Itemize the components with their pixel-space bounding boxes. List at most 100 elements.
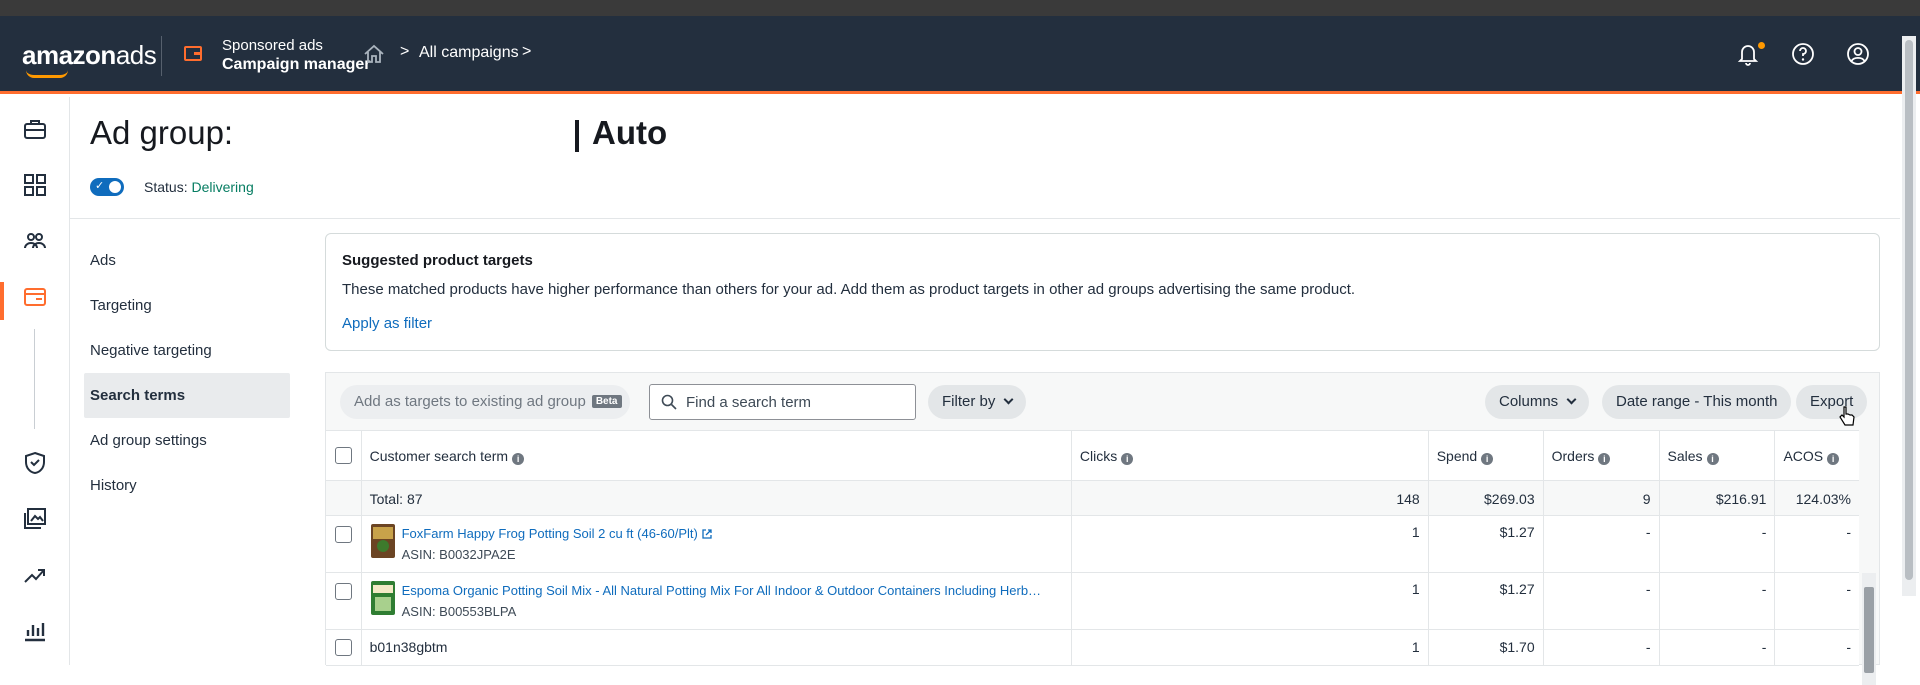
audience-icon[interactable] (22, 228, 48, 254)
rail-active-indicator (0, 282, 4, 320)
select-all-checkbox[interactable] (335, 447, 352, 464)
table-total-row: Total: 87 148 $269.03 9 $216.91 124.03% (326, 481, 1859, 516)
header-clicks-label: Clicks (1079, 448, 1118, 464)
info-icon[interactable]: i (1706, 453, 1719, 465)
row-acos: - (1846, 639, 1851, 655)
subnav-item-ad-group-settings[interactable]: Ad group settings (84, 418, 290, 463)
status-label: Status: (144, 179, 188, 195)
info-icon[interactable]: i (1827, 453, 1840, 465)
chevron-down-icon (1566, 394, 1577, 405)
campaigns-icon[interactable] (22, 284, 48, 310)
info-icon[interactable]: i (512, 453, 525, 465)
header-spend[interactable]: Spend i (1429, 431, 1544, 480)
header-acos-label: ACOS (1783, 448, 1824, 464)
row-acos: - (1846, 581, 1851, 597)
table-header-row: Customer search term i Clicks i Spend i Ord… (326, 430, 1859, 481)
media-icon[interactable] (22, 506, 48, 532)
header-divider (70, 218, 1900, 219)
top-navigation-bar: amazonads Sponsored ads Campaign manager… (0, 16, 1920, 94)
columns-label: Columns (1499, 393, 1559, 410)
home-icon[interactable] (363, 44, 385, 64)
add-as-targets-button[interactable]: Add as targets to existing ad group Beta (340, 385, 630, 419)
breadcrumb-separator: > (400, 43, 410, 60)
ad-group-type: Auto (592, 114, 668, 151)
info-icon[interactable]: i (1481, 453, 1494, 465)
filter-by-button[interactable]: Filter by (928, 385, 1027, 419)
row-checkbox[interactable] (335, 639, 352, 656)
account-icon[interactable] (1844, 40, 1872, 68)
table-row: b01n38gbtm 1 $1.70 - - - (326, 630, 1859, 666)
notification-dot (1758, 42, 1765, 49)
search-term-text: b01n38gbtm (362, 630, 1072, 665)
date-range-button[interactable]: Date range - This month (1602, 385, 1792, 419)
trend-icon[interactable] (22, 562, 48, 588)
status-value: Delivering (191, 179, 254, 195)
left-rail (0, 97, 70, 665)
search-icon (661, 394, 677, 410)
header-search-term[interactable]: Customer search term i (362, 431, 1072, 480)
row-checkbox-cell (326, 630, 362, 665)
help-icon[interactable] (1789, 40, 1817, 68)
row-clicks: 1 (1072, 630, 1429, 665)
product-thumbnail (370, 524, 395, 558)
row-spend: $1.27 (1429, 573, 1544, 629)
suggested-targets-panel: Suggested product targets These matched … (325, 233, 1880, 351)
shield-icon[interactable] (22, 450, 48, 476)
page-scrollbar[interactable] (1902, 36, 1916, 596)
subnav-item-history[interactable]: History (84, 463, 290, 508)
search-terms-table: Add as targets to existing ad group Beta … (325, 372, 1880, 685)
product-link[interactable]: FoxFarm Happy Frog Potting Soil 2 cu ft … (402, 526, 712, 541)
row-acos: - (1846, 524, 1851, 540)
export-button[interactable]: Export (1796, 385, 1868, 419)
total-clicks: 148 (1072, 481, 1429, 515)
logo-main-text: amazon (22, 40, 116, 70)
app-line-1: Sponsored ads (222, 37, 323, 54)
row-checkbox-cell (326, 516, 362, 572)
header-spend-label: Spend (1436, 448, 1478, 464)
page-scrollbar-thumb[interactable] (1905, 40, 1913, 580)
subnav-item-ads[interactable]: Ads (84, 238, 290, 283)
header-orders[interactable]: Orders i (1544, 431, 1660, 480)
apply-as-filter-link[interactable]: Apply as filter (342, 315, 432, 332)
app-switcher[interactable]: Sponsored ads Campaign manager (222, 36, 370, 74)
header-clicks[interactable]: Clicks i (1072, 431, 1429, 480)
logo-smile (26, 70, 68, 78)
subnav-item-targeting[interactable]: Targeting (84, 283, 290, 328)
product-link[interactable]: Espoma Organic Potting Soil Mix - All Na… (402, 583, 1041, 598)
header-acos[interactable]: ACOS i (1775, 431, 1859, 480)
table-scrollbar-thumb[interactable] (1864, 587, 1874, 673)
search-term-input[interactable] (686, 392, 906, 412)
total-label: Total: 87 (362, 481, 1072, 515)
product-asin: ASIN: B0032JPA2E (401, 547, 516, 562)
row-checkbox[interactable] (335, 583, 352, 600)
total-orders: 9 (1544, 481, 1660, 515)
header-sales[interactable]: Sales i (1660, 431, 1776, 480)
nav-divider (161, 36, 162, 76)
row-sales: - (1660, 573, 1776, 629)
search-term-cell: FoxFarm Happy Frog Potting Soil 2 cu ft … (362, 516, 1072, 572)
search-term-input-wrapper (649, 384, 916, 420)
columns-button[interactable]: Columns (1485, 385, 1590, 419)
breadcrumb-all-campaigns[interactable]: All campaigns (419, 44, 519, 62)
product-thumbnail (370, 581, 395, 615)
add-as-targets-label: Add as targets to existing ad group (354, 393, 586, 410)
reports-icon[interactable] (22, 618, 48, 644)
row-checkbox[interactable] (335, 526, 352, 543)
info-icon[interactable]: i (1598, 453, 1611, 465)
info-icon[interactable]: i (1121, 453, 1134, 465)
subnav-item-negative-targeting[interactable]: Negative targeting (84, 328, 290, 373)
amazon-ads-logo[interactable]: amazonads (22, 40, 157, 78)
briefcase-icon[interactable] (22, 116, 48, 142)
header-orders-label: Orders (1551, 448, 1595, 464)
ad-group-subnav: Ads Targeting Negative targeting Search … (84, 238, 290, 508)
table-row: FoxFarm Happy Frog Potting Soil 2 cu ft … (326, 516, 1859, 573)
title-divider (575, 120, 579, 152)
header-search-term-label: Customer search term (369, 448, 509, 464)
dashboard-icon[interactable] (22, 172, 48, 198)
row-clicks: 1 (1072, 516, 1429, 572)
beta-badge: Beta (591, 395, 622, 408)
table-scrollbar[interactable] (1862, 573, 1876, 685)
ad-group-status-toggle[interactable]: ✓ (90, 178, 124, 196)
total-spend: $269.03 (1429, 481, 1544, 515)
subnav-item-search-terms[interactable]: Search terms (84, 373, 290, 418)
